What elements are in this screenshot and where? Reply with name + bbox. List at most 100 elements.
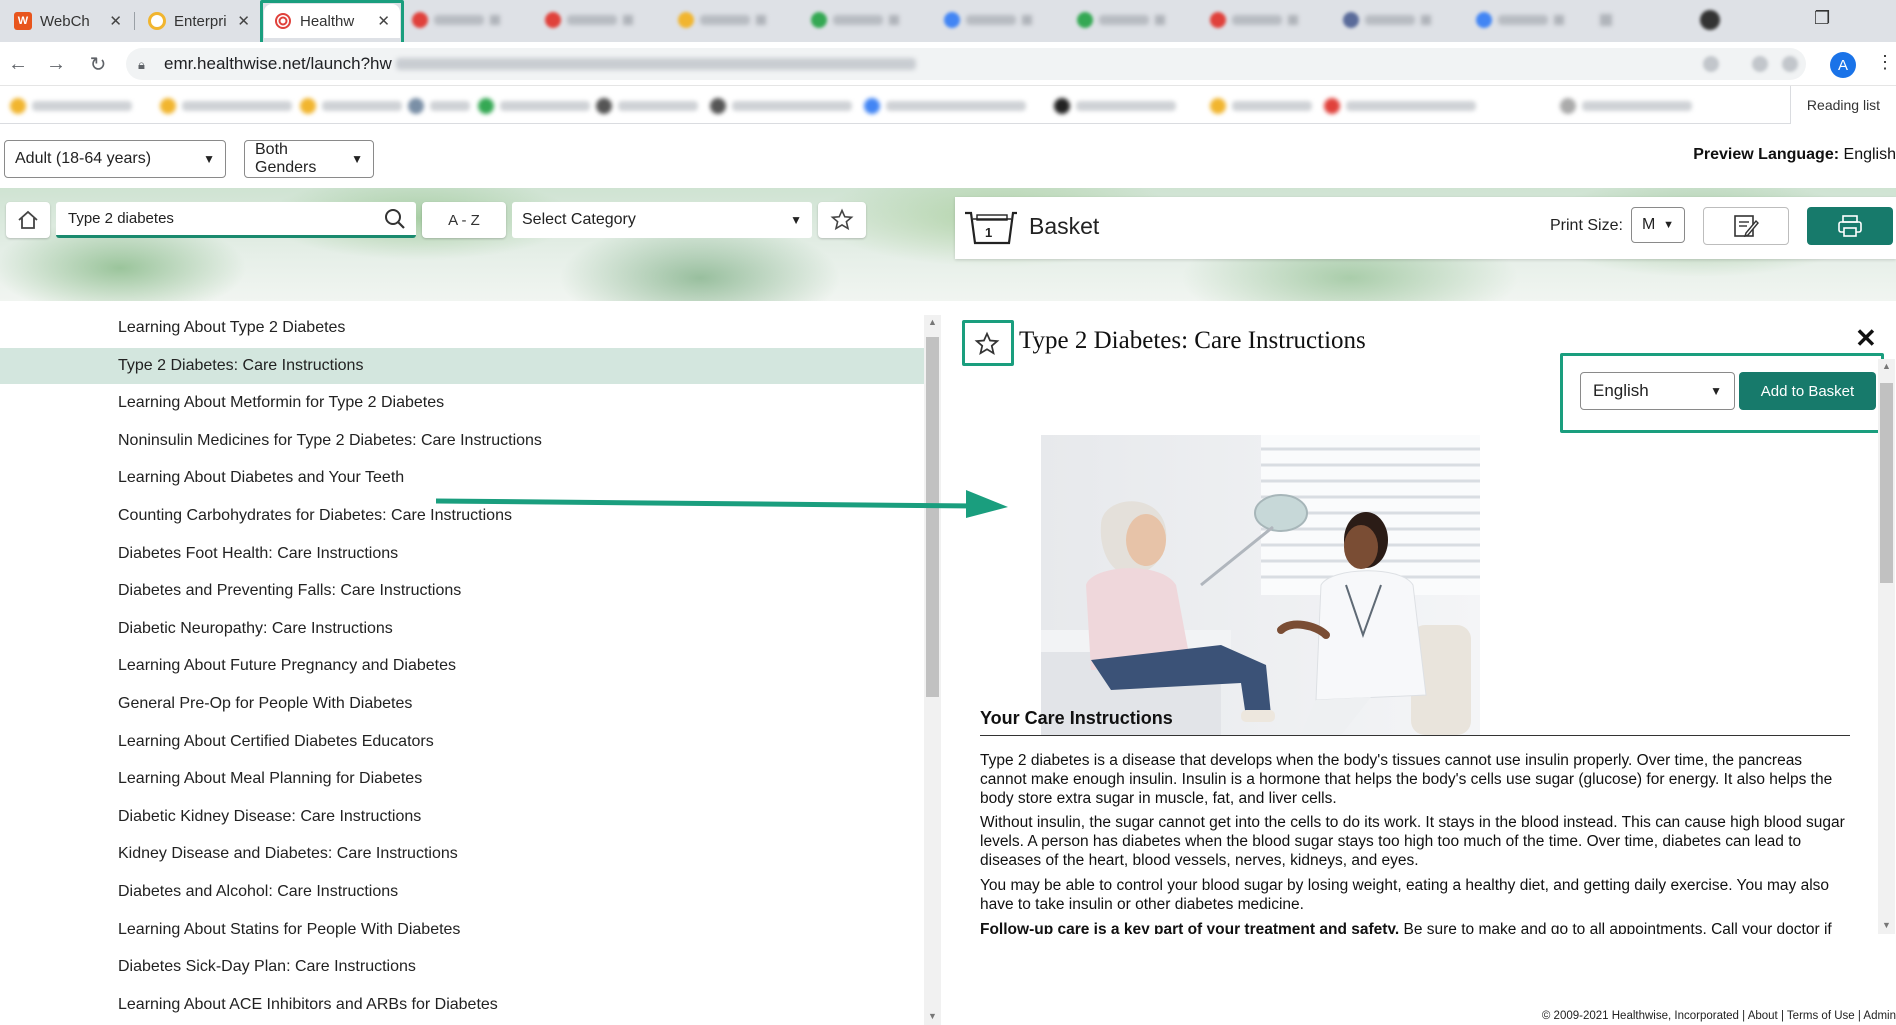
bookmark-item[interactable] — [596, 98, 698, 114]
search-icon[interactable] — [384, 208, 406, 234]
blurred-tab[interactable] — [545, 10, 633, 30]
blurred-tab[interactable] — [1077, 10, 1165, 30]
blurred-tab[interactable] — [412, 10, 500, 30]
bookmark-item[interactable] — [710, 98, 852, 114]
bookmark-item[interactable] — [864, 98, 1026, 114]
healthwise-app: Adult (18-64 years) ▼ Both Genders ▼ Pre… — [0, 124, 1896, 1025]
section-title: Your Care Instructions — [980, 708, 1850, 736]
document-title: Type 2 Diabetes: Care Instructions — [1019, 327, 1366, 354]
blurred-tab[interactable] — [1210, 10, 1298, 30]
tab-webchart[interactable]: W WebCh ✕ — [4, 4, 132, 38]
list-item[interactable]: Diabetes Sick-Day Plan: Care Instruction… — [0, 949, 924, 985]
bookmark-item[interactable] — [10, 98, 132, 114]
reading-list-button[interactable]: Reading list — [1790, 86, 1896, 124]
scroll-down-icon[interactable]: ▼ — [1878, 920, 1895, 930]
chevron-down-icon: ▼ — [351, 152, 363, 166]
bookmark-item[interactable] — [1560, 98, 1692, 114]
document-scrollbar[interactable]: ▲ ▼ — [1878, 359, 1895, 934]
bookmarks-bar — [0, 86, 1896, 124]
results-scrollbar[interactable]: ▲ ▼ — [924, 315, 941, 1025]
gender-select[interactable]: Both Genders ▼ — [244, 140, 374, 178]
favorite-document-button[interactable] — [967, 325, 1007, 363]
scroll-down-icon[interactable]: ▼ — [924, 1011, 941, 1021]
document-scrollbar-thumb[interactable] — [1880, 383, 1893, 583]
url-omnibox[interactable]: 🔒︎ emr.healthwise.net/launch?hw — [126, 48, 1806, 80]
list-item[interactable]: Learning About Type 2 Diabetes — [0, 315, 924, 346]
results-list: Learning About Type 2 Diabetes Type 2 Dia… — [0, 315, 946, 1025]
list-item[interactable]: Learning About Certified Diabetes Educat… — [0, 724, 924, 760]
list-item[interactable]: Diabetes and Preventing Falls: Care Inst… — [0, 573, 924, 609]
forward-arrow-icon[interactable]: → — [44, 52, 68, 76]
blurred-tab[interactable] — [1343, 10, 1431, 30]
bookmark-item[interactable] — [478, 98, 590, 114]
favorites-button[interactable] — [818, 202, 866, 238]
extension-icon[interactable] — [1782, 56, 1798, 72]
list-item[interactable]: Type 2 Diabetes: Care Instructions — [0, 348, 924, 384]
extension-icon[interactable] — [1752, 56, 1768, 72]
az-button[interactable]: A - Z — [422, 202, 506, 238]
list-item[interactable]: Noninsulin Medicines for Type 2 Diabetes… — [0, 423, 924, 459]
blurred-tab[interactable] — [678, 10, 766, 30]
bookmark-item[interactable] — [300, 98, 402, 114]
restore-window-icon[interactable]: ❐ — [1814, 8, 1830, 29]
bookmark-item[interactable] — [1324, 98, 1476, 114]
tab-healthwise[interactable]: Healthw ✕ — [264, 4, 400, 38]
blurred-tab[interactable] — [1476, 10, 1564, 30]
sun-favicon-icon — [148, 12, 166, 30]
bookmark-item[interactable] — [1054, 98, 1176, 114]
webchart-favicon-icon: W — [14, 12, 32, 30]
close-icon[interactable]: ✕ — [1855, 323, 1877, 354]
healthwise-swirl-icon — [274, 12, 292, 30]
new-tab-button[interactable] — [1600, 10, 1612, 30]
chevron-down-icon: ▼ — [1710, 384, 1722, 398]
list-item[interactable]: Learning About ACE Inhibitors and ARBs f… — [0, 987, 924, 1023]
category-select[interactable]: Select Category ▼ — [512, 202, 812, 238]
profile-dot — [1700, 10, 1720, 30]
list-item[interactable]: Learning About Statins for People With D… — [0, 912, 924, 948]
list-item[interactable]: Diabetic Kidney Disease: Care Instructio… — [0, 799, 924, 835]
close-icon[interactable]: ✕ — [377, 12, 390, 30]
search-input[interactable]: Type 2 diabetes — [56, 202, 416, 238]
list-item[interactable]: Diabetes Foot Health: Care Instructions — [0, 536, 924, 572]
document-preview: Type 2 Diabetes: Care Instructions ✕ Eng… — [955, 315, 1896, 1025]
chevron-down-icon: ▼ — [1663, 219, 1674, 231]
scroll-up-icon[interactable]: ▲ — [924, 317, 941, 327]
home-button[interactable] — [6, 202, 50, 238]
tab-enterprise[interactable]: Enterpri ✕ — [138, 4, 260, 38]
close-icon[interactable]: ✕ — [237, 12, 250, 30]
list-item[interactable]: Kidney Disease and Diabetes: Care Instru… — [0, 836, 924, 872]
chevron-down-icon: ▼ — [203, 152, 215, 166]
add-to-basket-button[interactable]: Add to Basket — [1739, 372, 1876, 410]
bookmark-item[interactable] — [1210, 98, 1312, 114]
blurred-tab[interactable] — [811, 10, 899, 30]
close-icon[interactable]: ✕ — [109, 12, 122, 30]
age-select[interactable]: Adult (18-64 years) ▼ — [4, 140, 226, 178]
list-item[interactable]: Learning About Future Pregnancy and Diab… — [0, 648, 924, 684]
avatar[interactable]: A — [1830, 52, 1856, 78]
more-menu-icon[interactable]: ⋮ — [1876, 52, 1894, 73]
list-item[interactable]: Diabetes and Alcohol: Care Instructions — [0, 874, 924, 910]
list-item[interactable]: General Pre-Op for People With Diabetes — [0, 686, 924, 722]
paragraph: You may be able to control your blood su… — [980, 877, 1830, 913]
bookmark-item[interactable] — [160, 98, 292, 114]
paragraph: Follow-up care is a key part of your tre… — [980, 920, 1850, 934]
tab-separator — [134, 12, 135, 30]
search-toolbar: Type 2 diabetes A - Z Select Category ▼ … — [0, 188, 1896, 301]
url-blurred-part — [395, 58, 916, 70]
extension-icon[interactable] — [1703, 56, 1719, 72]
print-size-value: M — [1642, 216, 1656, 233]
edit-notes-button[interactable] — [1703, 207, 1789, 245]
reload-icon[interactable]: ↻ — [86, 52, 110, 76]
blurred-tab[interactable] — [944, 10, 1032, 30]
category-select-value: Select Category — [522, 211, 636, 228]
document-language-select[interactable]: English ▼ — [1580, 372, 1735, 410]
back-arrow-icon[interactable]: ← — [6, 52, 30, 76]
list-item[interactable]: Diabetic Neuropathy: Care Instructions — [0, 611, 924, 647]
print-size-select[interactable]: M ▼ — [1631, 207, 1685, 243]
scroll-up-icon[interactable]: ▲ — [1878, 361, 1895, 371]
print-button[interactable] — [1807, 207, 1893, 245]
list-item[interactable]: Learning About Metformin for Type 2 Diab… — [0, 385, 924, 421]
list-item[interactable]: Learning About Meal Planning for Diabete… — [0, 761, 924, 797]
bookmark-item[interactable] — [408, 98, 470, 114]
printer-icon — [1838, 215, 1862, 237]
